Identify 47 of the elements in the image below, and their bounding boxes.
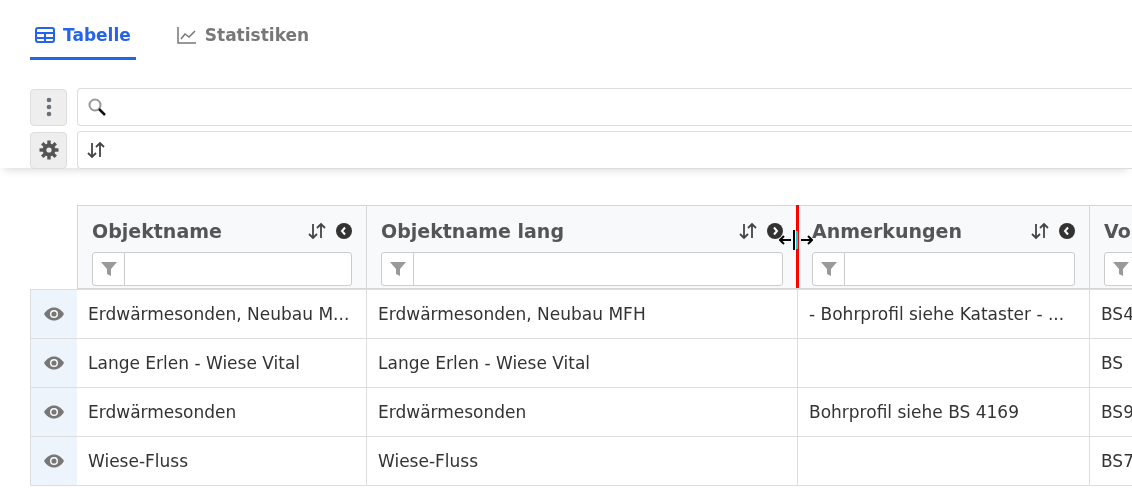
table-cell: Erdwärmesonden <box>88 402 237 422</box>
eye-icon[interactable] <box>43 454 65 468</box>
search-icon <box>87 97 107 117</box>
table-cell: Erdwärmesonden <box>378 402 527 422</box>
table-cell: BS <box>1101 353 1124 373</box>
eye-icon[interactable] <box>43 307 65 321</box>
table-cell: - Bohrprofil siehe Kataster - ... <box>809 304 1065 324</box>
sort-field[interactable] <box>77 131 1132 169</box>
filter-icon <box>1111 261 1130 277</box>
table-icon <box>35 27 55 43</box>
table-cell: Wiese-Fluss <box>88 451 189 471</box>
tab[interactable]: Tabelle <box>30 21 136 60</box>
filter-field[interactable] <box>812 252 1075 286</box>
search-field[interactable] <box>77 88 1132 126</box>
settings-button[interactable] <box>30 131 67 169</box>
table-cell: Lange Erlen - Wiese Vital <box>378 353 591 373</box>
column-title: Vo <box>1104 220 1131 242</box>
sort-icon[interactable] <box>87 141 105 159</box>
sort-icon[interactable] <box>308 222 326 240</box>
table-cell: Erdwärmesonden, Neubau MFH <box>378 304 646 324</box>
eye-icon[interactable] <box>43 356 65 370</box>
sort-icon[interactable] <box>739 222 757 240</box>
filter-field[interactable] <box>381 252 783 286</box>
column-title: Objektname lang <box>381 220 564 242</box>
chevron-left-icon[interactable] <box>1059 223 1075 239</box>
filter-icon <box>819 261 838 277</box>
line-chart-icon <box>176 26 197 44</box>
column-title: Objektname <box>92 220 222 242</box>
more-vertical-icon <box>45 97 52 117</box>
table-cell: Bohrprofil siehe BS 4169 <box>809 402 1019 422</box>
table-cell: BS7 <box>1101 451 1132 471</box>
table-cell: Lange Erlen - Wiese Vital <box>88 353 301 373</box>
tab[interactable]: Statistiken <box>171 21 315 60</box>
chevron-left-icon[interactable] <box>336 223 352 239</box>
filter-icon <box>388 261 407 277</box>
table-cell: Erdwärmesonden, Neubau M... <box>88 304 350 324</box>
more-options-button[interactable] <box>30 88 67 126</box>
column-title: Anmerkungen <box>812 220 962 242</box>
filter-field[interactable] <box>92 252 352 286</box>
table-cell: Wiese-Fluss <box>378 451 479 471</box>
settings-icon <box>38 140 59 160</box>
table-cell: BS9 <box>1101 402 1132 422</box>
filter-icon <box>99 261 118 277</box>
resize-cursor-icon <box>779 229 813 251</box>
sort-icon[interactable] <box>1031 222 1049 240</box>
eye-icon[interactable] <box>43 405 65 419</box>
chevron-right-icon[interactable] <box>767 223 783 239</box>
